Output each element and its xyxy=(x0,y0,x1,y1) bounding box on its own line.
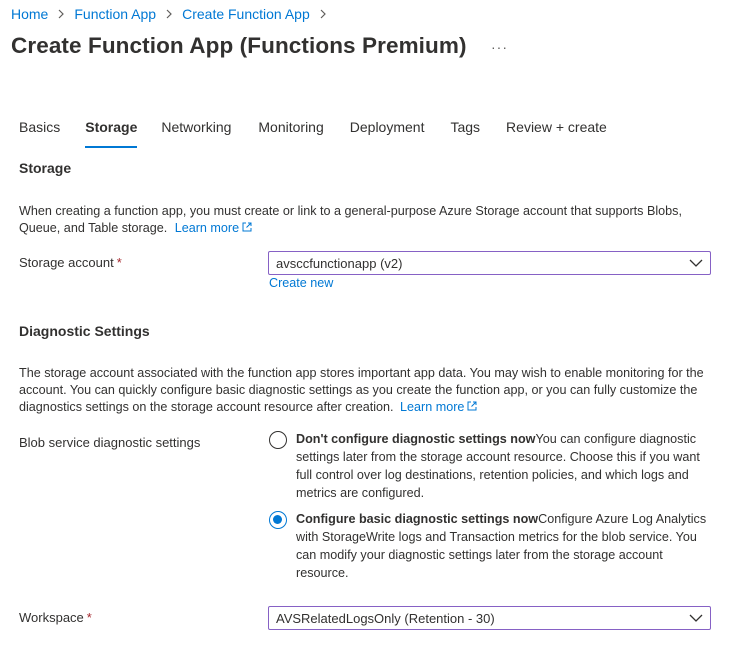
breadcrumb: Home Function App Create Function App xyxy=(11,6,336,22)
tab-storage[interactable]: Storage xyxy=(85,119,138,148)
chevron-right-icon xyxy=(56,9,66,19)
option-dont-configure-title: Don't configure diagnostic settings now xyxy=(296,432,536,446)
required-marker: * xyxy=(116,255,122,270)
breadcrumb-create-function-app[interactable]: Create Function App xyxy=(182,6,310,22)
tab-deployment[interactable]: Deployment xyxy=(350,119,425,141)
workspace-dropdown[interactable]: AVSRelatedLogsOnly (Retention - 30) xyxy=(268,606,711,630)
storage-description-text: When creating a function app, you must c… xyxy=(19,204,682,235)
more-options-button[interactable]: ··· xyxy=(491,39,508,55)
option-configure-basic-text: Configure basic diagnostic settings nowC… xyxy=(296,510,716,582)
external-link-icon xyxy=(242,222,252,232)
option-configure-basic-title: Configure basic diagnostic settings now xyxy=(296,512,539,526)
workspace-value: AVSRelatedLogsOnly (Retention - 30) xyxy=(276,610,495,626)
storage-heading: Storage xyxy=(19,160,72,176)
radio-configure-basic[interactable] xyxy=(269,511,287,529)
tab-networking[interactable]: Networking xyxy=(161,119,231,141)
external-link-icon xyxy=(467,401,477,411)
workspace-label: Workspace * xyxy=(19,610,92,625)
diagnostic-settings-heading: Diagnostic Settings xyxy=(19,323,150,339)
storage-description: When creating a function app, you must c… xyxy=(19,203,719,237)
chevron-down-icon xyxy=(689,259,703,267)
create-new-link[interactable]: Create new xyxy=(269,276,333,290)
diagnostics-description-text: The storage account associated with the … xyxy=(19,366,704,414)
required-marker: * xyxy=(86,610,92,625)
blob-diagnostic-label: Blob service diagnostic settings xyxy=(19,435,201,450)
tab-basics[interactable]: Basics xyxy=(19,119,60,141)
breadcrumb-home[interactable]: Home xyxy=(11,6,48,22)
tab-review-create[interactable]: Review + create xyxy=(506,119,607,141)
breadcrumb-function-app[interactable]: Function App xyxy=(74,6,156,22)
chevron-right-icon xyxy=(318,9,328,19)
option-dont-configure-text: Don't configure diagnostic settings nowY… xyxy=(296,430,716,502)
storage-account-label: Storage account * xyxy=(19,255,122,270)
tab-bar: Basics Storage Networking Monitoring Dep… xyxy=(19,119,607,148)
diagnostics-description: The storage account associated with the … xyxy=(19,365,719,416)
storage-learn-more-link[interactable]: Learn more xyxy=(175,221,252,235)
storage-account-value: avsccfunctionapp (v2) xyxy=(276,255,403,271)
storage-account-dropdown[interactable]: avsccfunctionapp (v2) xyxy=(268,251,711,275)
radio-dont-configure[interactable] xyxy=(269,431,287,449)
tab-tags[interactable]: Tags xyxy=(450,119,480,141)
tab-monitoring[interactable]: Monitoring xyxy=(258,119,323,141)
page-title: Create Function App (Functions Premium) xyxy=(11,33,467,58)
chevron-right-icon xyxy=(164,9,174,19)
chevron-down-icon xyxy=(689,614,703,622)
diagnostics-learn-more-link[interactable]: Learn more xyxy=(400,400,477,414)
